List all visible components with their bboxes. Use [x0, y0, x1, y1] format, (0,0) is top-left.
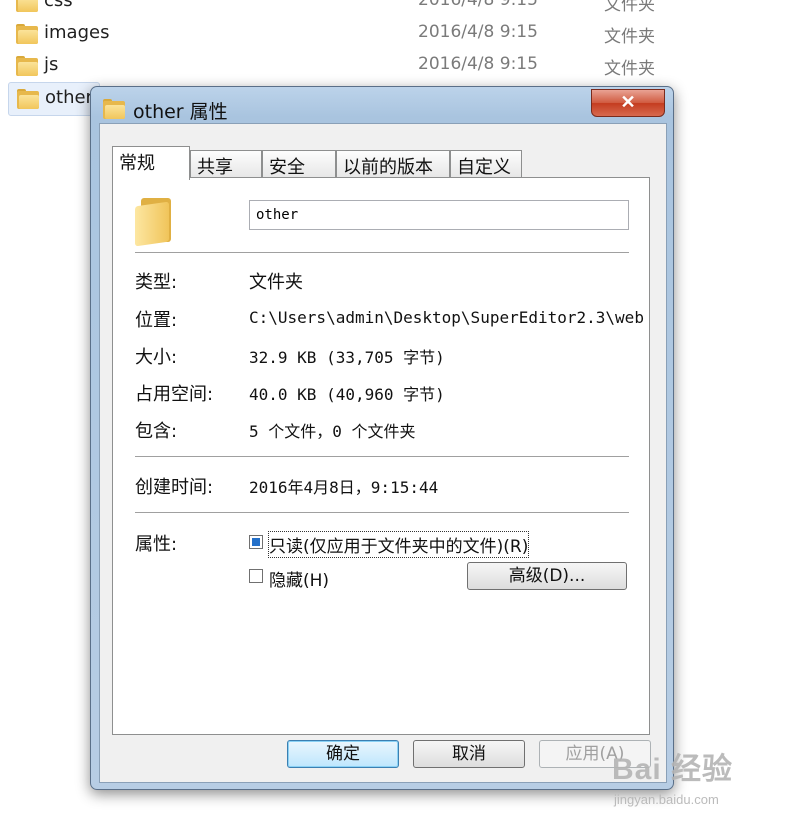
size-value: 32.9 KB (33,705 字节)	[249, 348, 445, 367]
file-row-css[interactable]: css 2016/4/8 9:15 文件夹	[8, 0, 668, 18]
baidu-watermark: Bai 经验 jingyan.baidu.com	[612, 740, 792, 830]
tab-label: 共享	[197, 157, 233, 178]
cancel-button[interactable]: 取消	[413, 740, 525, 768]
dialog-title: other 属性	[133, 101, 228, 123]
watermark-logo-text: Bai 经验	[612, 753, 734, 786]
tab-previous-versions[interactable]: 以前的版本	[336, 150, 450, 178]
file-row-other[interactable]: other	[8, 82, 100, 116]
file-row-images[interactable]: images 2016/4/8 9:15 文件夹	[8, 18, 668, 50]
file-date: 2016/4/8 9:15	[418, 54, 538, 74]
tab-label: 以前的版本	[343, 157, 433, 178]
folder-name-input[interactable]	[249, 200, 629, 230]
type-value: 文件夹	[249, 272, 303, 293]
divider	[135, 252, 629, 254]
type-label: 类型:	[135, 272, 178, 293]
tab-sharing[interactable]: 共享	[190, 150, 262, 178]
tab-general[interactable]: 常规	[112, 146, 190, 180]
disk-size-label: 占用空间:	[135, 384, 214, 405]
created-label: 创建时间:	[135, 477, 214, 498]
folder-icon	[16, 0, 38, 12]
folder-icon	[16, 56, 38, 76]
close-button[interactable]: ✕	[591, 89, 665, 117]
divider	[135, 456, 629, 458]
cancel-button-label: 取消	[452, 744, 486, 764]
tab-security[interactable]: 安全	[262, 150, 336, 178]
readonly-checkbox-label: 只读(仅应用于文件夹中的文件)(R)	[267, 531, 530, 558]
folder-icon	[17, 89, 39, 109]
file-type: 文件夹	[604, 27, 655, 47]
file-name: images	[44, 22, 110, 43]
tab-customize[interactable]: 自定义	[450, 150, 522, 178]
checkbox-empty-icon	[249, 569, 263, 583]
ok-button[interactable]: 确定	[287, 740, 399, 768]
attributes-label: 属性:	[135, 534, 178, 555]
ok-button-label: 确定	[326, 744, 360, 764]
folder-icon	[16, 24, 38, 44]
created-value: 2016年4月8日，9:15:44	[249, 478, 439, 497]
tab-label: 安全	[269, 157, 305, 178]
dialog-body: 常规 共享 安全 以前的版本 自定义 类型: 文件夹 位置: C:\Users\…	[99, 123, 667, 783]
file-name: css	[44, 0, 73, 11]
location-value: C:\Users\admin\Desktop\SuperEditor2.3\we…	[249, 308, 644, 327]
divider	[135, 512, 629, 514]
file-name: js	[44, 54, 59, 75]
general-panel: 类型: 文件夹 位置: C:\Users\admin\Desktop\Super…	[112, 177, 650, 735]
file-row-js[interactable]: js 2016/4/8 9:15 文件夹	[8, 50, 668, 82]
advanced-button[interactable]: 高级(D)...	[467, 562, 627, 590]
file-date: 2016/4/8 9:15	[418, 22, 538, 42]
file-date: 2016/4/8 9:15	[418, 0, 538, 10]
watermark-url: jingyan.baidu.com	[614, 792, 719, 807]
disk-size-value: 40.0 KB (40,960 字节)	[249, 385, 445, 404]
contains-label: 包含:	[135, 421, 178, 442]
checkbox-indeterminate-icon	[249, 535, 263, 549]
folder-large-icon	[135, 196, 175, 247]
tab-label: 自定义	[457, 157, 511, 178]
hidden-checkbox-label: 隐藏(H)	[269, 571, 330, 591]
tab-label: 常规	[119, 153, 155, 174]
size-label: 大小:	[135, 347, 178, 368]
file-name: other	[45, 87, 93, 108]
file-type: 文件夹	[604, 59, 655, 79]
close-icon: ✕	[620, 92, 636, 112]
contains-value: 5 个文件，0 个文件夹	[249, 422, 416, 441]
location-label: 位置:	[135, 310, 178, 331]
advanced-button-label: 高级(D)...	[508, 566, 586, 586]
file-type: 文件夹	[604, 0, 655, 15]
folder-icon	[103, 99, 125, 119]
properties-dialog: other 属性 ✕ 常规 共享 安全 以前的版本 自定义 类型: 文件夹 位置…	[90, 86, 674, 790]
